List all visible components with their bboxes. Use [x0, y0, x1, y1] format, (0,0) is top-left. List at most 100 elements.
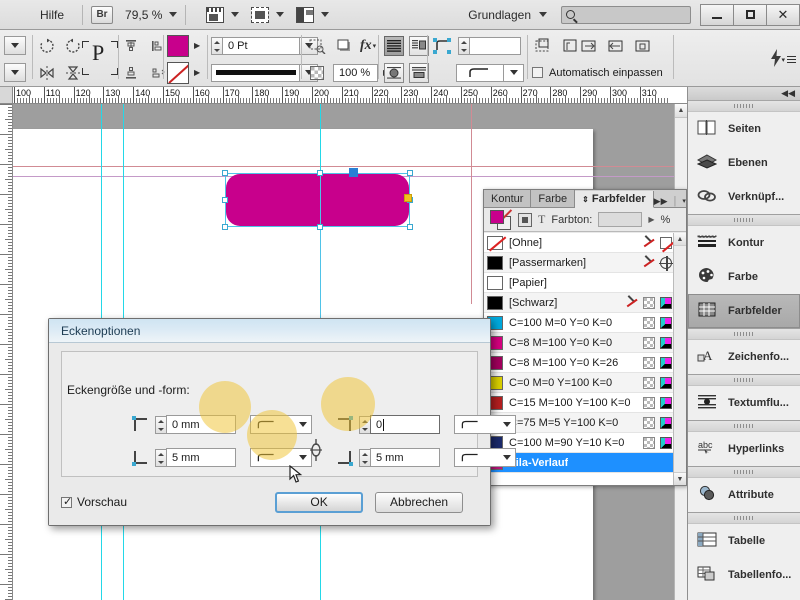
chevron-down-icon[interactable]	[321, 12, 330, 17]
align-top-button[interactable]	[120, 35, 142, 57]
handle-bottom-right[interactable]	[407, 224, 413, 230]
swatch-row[interactable]: C=8 M=100 Y=0 K=0	[484, 333, 686, 353]
scroll-up-button[interactable]: ▲	[674, 233, 686, 246]
fit-content-proportionally-button[interactable]	[532, 35, 554, 57]
bottom-left-stepper[interactable]	[155, 448, 166, 467]
corner-options-button[interactable]	[432, 37, 452, 55]
chevron-down-icon[interactable]	[231, 12, 240, 17]
handle-bottom-center[interactable]	[317, 224, 323, 230]
fill-stroke-proxy[interactable]	[490, 209, 512, 230]
scroll-up-button[interactable]: ▲	[675, 104, 687, 118]
search-input[interactable]	[561, 5, 691, 24]
layout-view-button[interactable]	[296, 6, 330, 23]
handle-top-right[interactable]	[407, 170, 413, 176]
dock-item-zeichenfo[interactable]: A Zeichenfo...	[688, 340, 800, 374]
text-wrap-left-button[interactable]	[409, 35, 429, 56]
menu-help[interactable]: Hilfe	[0, 8, 74, 22]
bottom-right-stepper[interactable]	[359, 448, 370, 467]
handle-top-center[interactable]	[317, 170, 323, 176]
tab-farbfelder[interactable]: ⇕ Farbfelder	[575, 191, 654, 208]
dock-item-kontur[interactable]: Kontur	[688, 226, 800, 260]
swatch-row[interactable]: [Schwarz]	[484, 293, 686, 313]
ruler-origin[interactable]	[0, 87, 13, 104]
swatch-row[interactable]: C=15 M=100 Y=100 K=0	[484, 393, 686, 413]
preview-checkbox[interactable]	[61, 495, 72, 508]
dock-group-grip[interactable]	[688, 375, 800, 386]
zoom-dropdown-chevron-icon[interactable]	[169, 12, 178, 17]
text-wrap-bottom-button[interactable]	[409, 62, 429, 83]
dock-item-attribute[interactable]: Attribute	[688, 478, 800, 512]
dock-group-grip[interactable]	[688, 467, 800, 478]
collapse-panel-icon[interactable]: ▶▶	[654, 196, 668, 207]
zoom-level-value[interactable]: 79,5 %	[125, 8, 162, 22]
stroke-color-swatch[interactable]	[167, 61, 189, 84]
swatch-row[interactable]: C=100 M=0 Y=0 K=0	[484, 313, 686, 333]
text-frame-options-button[interactable]	[384, 35, 404, 56]
dock-group-grip[interactable]	[688, 513, 800, 524]
stroke-swatch-chevron-icon[interactable]: ▶	[194, 68, 200, 77]
text-target-button[interactable]: T	[538, 212, 545, 227]
dock-item-tabellenfo[interactable]: Tabellenfo...	[688, 558, 800, 592]
handle-top-left[interactable]	[222, 170, 228, 176]
autofit-checkbox[interactable]	[532, 67, 543, 78]
handle-bottom-left[interactable]	[222, 224, 228, 230]
dock-item-tabelle[interactable]: Tabelle	[688, 524, 800, 558]
chevron-down-icon[interactable]	[276, 12, 285, 17]
bridge-button[interactable]: Br	[91, 5, 114, 24]
transparency-button[interactable]	[306, 62, 328, 84]
reference-point-dropdown[interactable]	[4, 36, 26, 55]
flip-horizontal-button[interactable]	[36, 62, 58, 84]
dock-group-grip[interactable]	[688, 101, 800, 112]
handle-content-grabber[interactable]	[349, 168, 358, 177]
top-left-shape-select[interactable]	[250, 415, 312, 434]
top-left-stepper[interactable]	[155, 415, 166, 434]
align-bottom-button[interactable]	[120, 62, 142, 84]
close-button[interactable]: ✕	[766, 3, 800, 26]
stroke-style-preview[interactable]	[211, 63, 300, 82]
rotate-cw-button[interactable]	[36, 35, 58, 57]
dock-item-seiten[interactable]: Seiten	[688, 112, 800, 146]
swatches-panel[interactable]: Kontur Farbe ⇕ Farbfelder ▶▶ | ▾ T Farbt…	[483, 189, 696, 486]
dock-item-textumflu[interactable]: Textumflu...	[688, 386, 800, 420]
scroll-down-button[interactable]: ▼	[674, 472, 686, 485]
center-content-button[interactable]	[632, 35, 654, 57]
text-wrap-around-button[interactable]	[384, 62, 404, 83]
fill-color-swatch[interactable]	[167, 34, 189, 57]
screen-mode-button[interactable]	[206, 6, 240, 23]
handle-middle-left[interactable]	[222, 197, 228, 203]
dock-item-zellenfor[interactable]: Zellenfor...	[688, 592, 800, 600]
dock-group-grip[interactable]	[688, 329, 800, 340]
corner-radius-widget[interactable]	[404, 194, 412, 202]
bottom-right-size-field[interactable]: 5 mm	[370, 448, 440, 467]
swatch-row[interactable]: C=0 M=0 Y=100 K=0	[484, 373, 686, 393]
dock-item-farbfelder[interactable]: Farbfelder	[688, 294, 800, 328]
dock-item-hyperlinks[interactable]: abc Hyperlinks	[688, 432, 800, 466]
bottom-right-shape-select[interactable]	[454, 448, 516, 467]
ok-button[interactable]: OK	[275, 491, 364, 513]
cancel-button[interactable]: Abbrechen	[375, 491, 464, 513]
constrain-dropdown[interactable]	[4, 63, 26, 82]
stroke-weight-stepper[interactable]	[211, 36, 222, 55]
effects-button[interactable]: fx ▾	[360, 38, 376, 54]
dock-group-grip[interactable]	[688, 215, 800, 226]
corner-shape-preview[interactable]	[456, 63, 504, 82]
dock-item-farbe[interactable]: Farbe	[688, 260, 800, 294]
container-target-button[interactable]	[518, 212, 532, 227]
stroke-weight-field[interactable]: 0 Pt	[222, 36, 300, 55]
fit-frame-to-content-button[interactable]	[578, 35, 600, 57]
tab-kontur[interactable]: Kontur	[484, 190, 532, 207]
dock-group-grip[interactable]	[688, 421, 800, 432]
tone-chevron-icon[interactable]: ▶	[648, 215, 654, 224]
dock-item-ebenen[interactable]: Ebenen	[688, 146, 800, 180]
tone-input[interactable]	[598, 212, 643, 227]
link-corners-icon[interactable]	[307, 438, 325, 462]
select-content-button[interactable]	[306, 35, 328, 57]
top-left-size-field[interactable]: 0 mm	[166, 415, 236, 434]
swatch-row[interactable]: [Passermarken]	[484, 253, 686, 273]
tab-farbe[interactable]: Farbe	[531, 190, 576, 207]
drop-shadow-button[interactable]	[333, 35, 355, 57]
swatch-row[interactable]: C=8 M=100 Y=0 K=26	[484, 353, 686, 373]
corner-options-dialog[interactable]: Eckenoptionen Eckengröße und -form: 0 mm…	[48, 318, 516, 526]
corner-shape-dropdown[interactable]	[504, 63, 524, 82]
corner-size-field[interactable]	[469, 36, 521, 55]
